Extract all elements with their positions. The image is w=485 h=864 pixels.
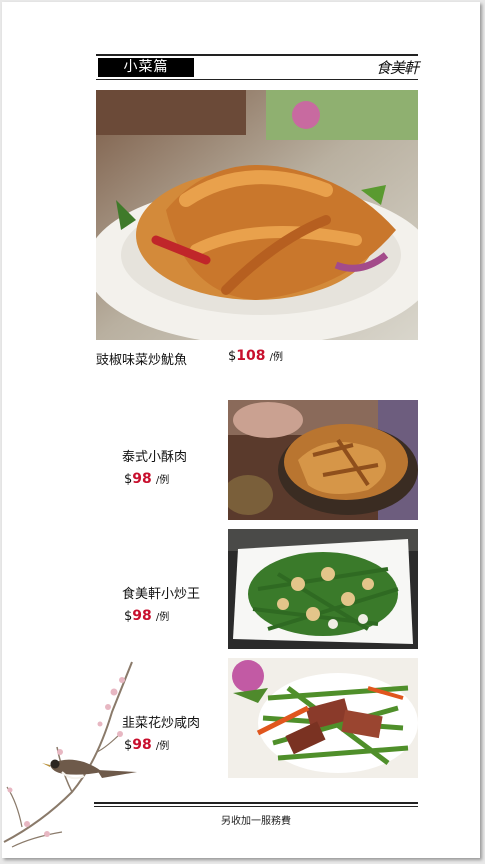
crispy-pork-photo (228, 400, 418, 520)
price-unit: /例 (269, 352, 284, 363)
bird-branch-icon (2, 652, 147, 852)
featured-dish-price: $108 /例 (228, 348, 283, 364)
dish-name: 泰式小酥肉 (122, 450, 188, 465)
price-unit: /例 (155, 612, 170, 623)
header-rule-top (96, 54, 418, 56)
price-value: 98 (132, 471, 152, 487)
price-value: 98 (132, 608, 152, 624)
brand-logo: 食美軒 (375, 59, 419, 77)
menu-page: 小菜篇 食美軒 豉椒味菜炒魷魚 $108 /例 泰式小酥肉 $98 /例 食美軒… (2, 2, 480, 858)
featured-dish-name: 豉椒味菜炒魷魚 (96, 353, 188, 368)
green-bean-cashew-stirfry-photo (228, 529, 418, 649)
price-value: 108 (236, 348, 266, 364)
section-title: 小菜篇 (98, 58, 194, 77)
header-rule-bottom (96, 79, 418, 80)
chive-flower-bacon-photo (228, 658, 418, 778)
dish-price: $98 /例 (124, 608, 169, 624)
stir-fried-squid-photo (96, 90, 418, 340)
dish-name: 食美軒小炒王 (122, 587, 201, 602)
price-unit: /例 (155, 741, 170, 752)
price-unit: /例 (155, 475, 170, 486)
dish-price: $98 /例 (124, 471, 169, 487)
